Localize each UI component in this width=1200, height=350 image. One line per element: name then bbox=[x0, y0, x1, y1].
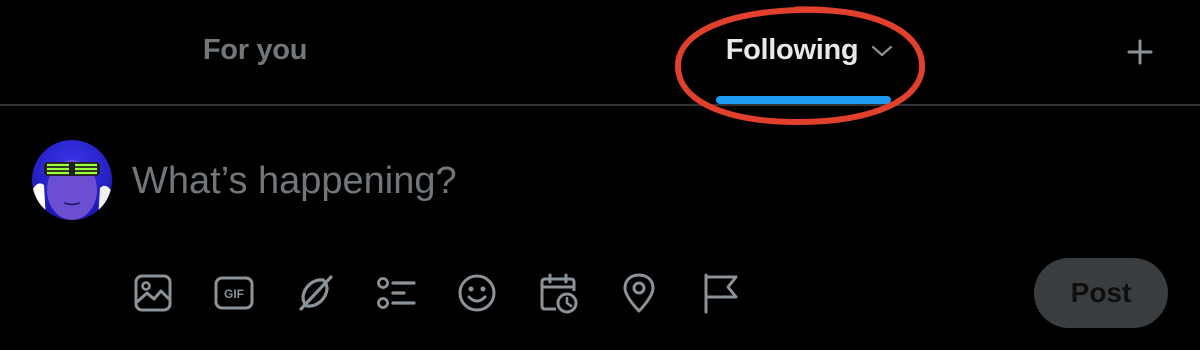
timeline-tabs: For you Following bbox=[0, 0, 1200, 106]
add-feed-button[interactable] bbox=[1118, 30, 1162, 74]
post-button[interactable]: Post bbox=[1034, 258, 1168, 328]
emoji-icon bbox=[458, 274, 496, 312]
media-button[interactable] bbox=[130, 270, 176, 316]
tab-following-label: Following bbox=[725, 33, 859, 66]
tab-for-you-label: For you bbox=[202, 33, 308, 66]
grok-icon bbox=[299, 275, 333, 311]
grok-button[interactable] bbox=[292, 270, 338, 316]
media-icon bbox=[134, 274, 172, 312]
home-timeline: For you Following What’s happening? GIF … bbox=[0, 0, 1200, 350]
flag-icon bbox=[704, 273, 738, 314]
active-tab-indicator bbox=[716, 96, 891, 104]
tab-for-you[interactable]: For you bbox=[130, 0, 380, 106]
chevron-down-icon[interactable] bbox=[870, 43, 894, 59]
schedule-icon bbox=[540, 273, 578, 314]
location-button[interactable] bbox=[616, 270, 662, 316]
gif-button[interactable]: GIF bbox=[211, 270, 257, 316]
gif-icon-text: GIF bbox=[224, 287, 244, 301]
schedule-button[interactable] bbox=[535, 270, 581, 316]
poll-icon bbox=[377, 277, 416, 309]
plus-icon bbox=[1127, 39, 1153, 65]
tab-following[interactable]: Following bbox=[640, 0, 980, 106]
gif-icon: GIF bbox=[214, 276, 254, 310]
emoji-button[interactable] bbox=[454, 270, 500, 316]
flag-button[interactable] bbox=[697, 270, 743, 316]
avatar-image bbox=[32, 140, 112, 220]
poll-button[interactable] bbox=[373, 270, 419, 316]
compose-input[interactable] bbox=[132, 155, 1032, 207]
location-icon bbox=[623, 273, 655, 313]
composer-toolbar: GIF bbox=[130, 268, 778, 318]
avatar[interactable] bbox=[32, 140, 112, 220]
